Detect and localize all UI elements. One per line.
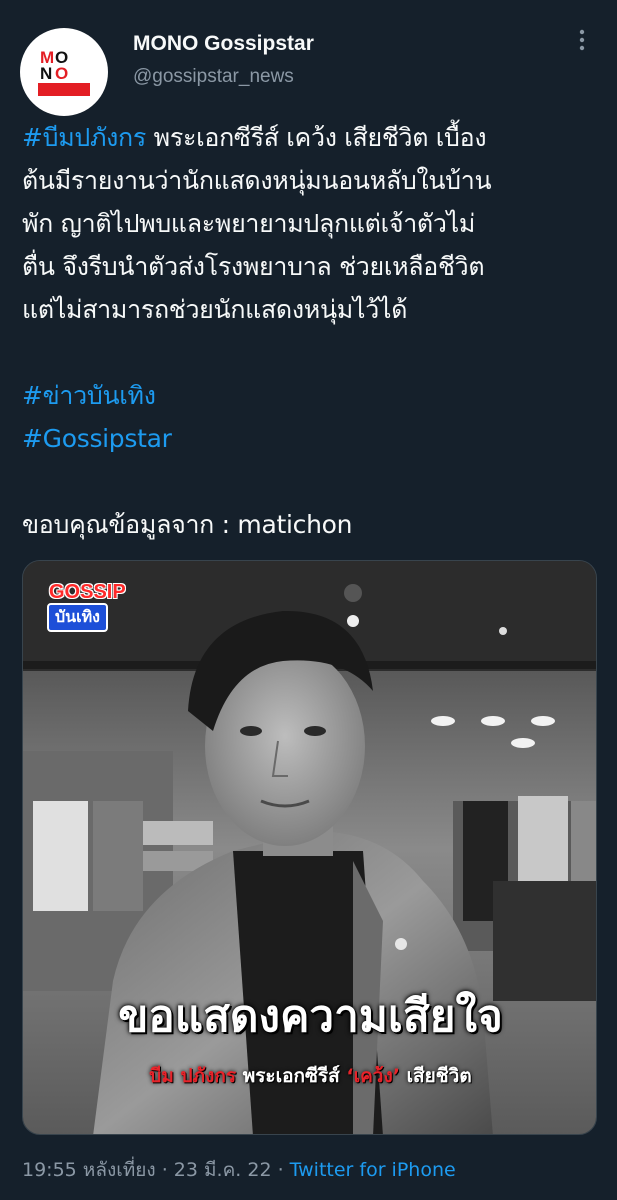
tweet-date[interactable]: 23 มี.ค. 22 <box>174 1159 272 1181</box>
tweet-metadata: 19:55 หลังเที่ยง · 23 มี.ค. 22 · Twitter… <box>22 1155 456 1185</box>
tweet-line: พัก ญาติไปพบและพยายามปลุกแต่เจ้าตัวไม่ <box>22 209 476 238</box>
badge-subtitle: บันเทิง <box>47 603 108 632</box>
hashtag-link[interactable]: #Gossipstar <box>22 424 172 453</box>
separator: · <box>271 1159 290 1181</box>
svg-text:N: N <box>40 64 52 83</box>
author-name[interactable]: MONO Gossipstar <box>133 32 314 56</box>
tweet-line: แต่ไม่สามารถช่วยนักแสดงหนุ่มไว้ได้ <box>22 295 408 324</box>
hashtag-link[interactable]: #ข่าวบันเทิง <box>22 381 156 410</box>
separator: · <box>155 1159 174 1181</box>
tweet-text-segment: พระเอกซีรีส์ เคว้ง เสียชีวิต เบื้อง <box>146 123 487 152</box>
caption-mid: พระเอกซีรีส์ <box>236 1065 347 1087</box>
caption-series: ‘เคว้ง’ <box>346 1065 400 1087</box>
badge-title: GOSSIP <box>49 581 126 603</box>
tweet-time[interactable]: 19:55 หลังเที่ยง <box>22 1159 156 1181</box>
tweet-line: #ข่าวบันเทิง <box>22 374 602 417</box>
more-options-icon[interactable] <box>572 28 592 52</box>
tweet-line: #บีมปภังกร พระเอกซีรีส์ เคว้ง เสียชีวิต … <box>22 116 602 159</box>
hashtag-link[interactable]: #บีมปภังกร <box>22 123 146 152</box>
caption-end: เสียชีวิต <box>399 1065 472 1087</box>
caption-name: บีม ปภังกร <box>149 1065 237 1087</box>
tweet-line: ตื่น จึงรีบนำตัวส่งโรงพยาบาล ช่วยเหลือชี… <box>22 252 485 281</box>
tweet-source-link[interactable]: Twitter for iPhone <box>290 1159 456 1181</box>
credit-line: ขอบคุณข้อมูลจาก : matichon <box>22 510 353 539</box>
avatar[interactable]: M O N O <box>20 28 108 116</box>
mono-gossip-logo: M O N O <box>38 48 90 96</box>
tweet: M O N O MONO Gossipstar @gossipstar_news… <box>0 0 617 1200</box>
tweet-line: #Gossipstar <box>22 417 602 460</box>
image-caption-sub: บีม ปภังกร พระเอกซีรีส์ ‘เคว้ง’ เสียชีวิ… <box>23 1061 596 1091</box>
svg-text:O: O <box>55 64 68 83</box>
image-caption-main: ขอแสดงความเสียใจ <box>118 991 503 1042</box>
tweet-text: #บีมปภังกร พระเอกซีรีส์ เคว้ง เสียชีวิต … <box>22 116 602 546</box>
gossip-badge: GOSSIP บันเทิง <box>45 581 139 632</box>
author-handle[interactable]: @gossipstar_news <box>133 66 294 88</box>
tweet-image[interactable]: GOSSIP บันเทิง ขอแสดงความเสียใจ บีม ปภัง… <box>22 560 597 1135</box>
tweet-line: ต้นมีรายงานว่านักแสดงหนุ่มนอนหลับในบ้าน <box>22 166 492 195</box>
